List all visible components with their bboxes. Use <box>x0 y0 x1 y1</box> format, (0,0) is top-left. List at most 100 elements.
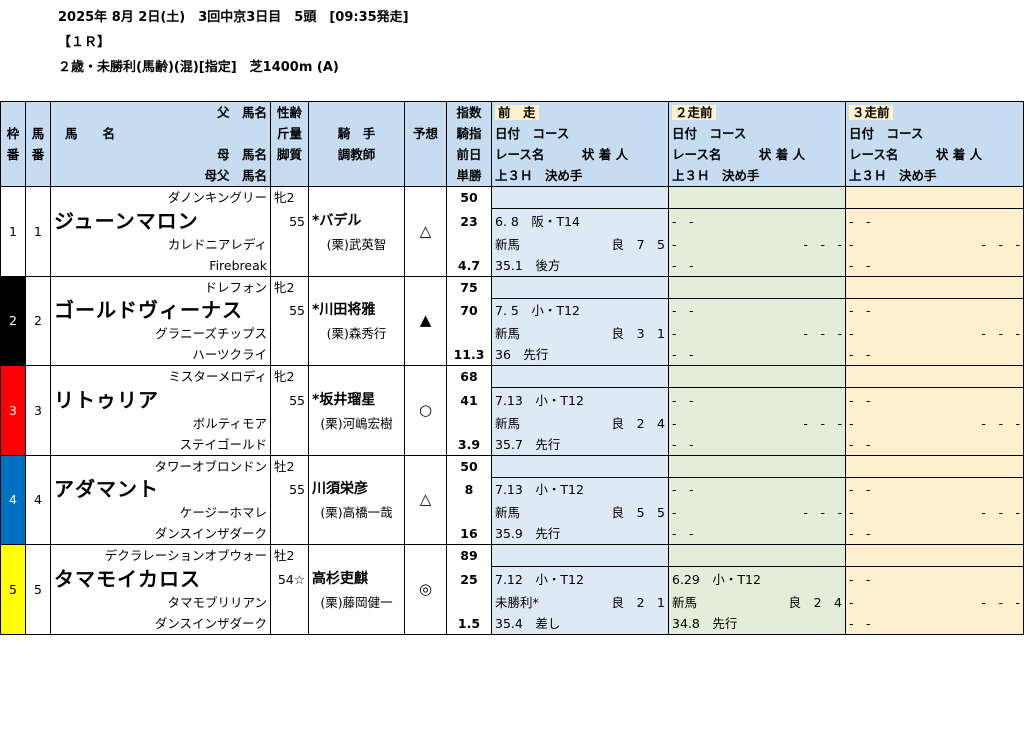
prediction-mark: ○ <box>404 365 447 456</box>
prev3-blank <box>845 544 1024 567</box>
p1-race-name: 新馬 <box>495 505 521 520</box>
prev1-blank <box>491 365 669 388</box>
p3-date: - <box>849 213 854 229</box>
p1-date-cell: 7. 5 小・T12 <box>491 297 669 323</box>
prev2-blank <box>668 275 846 298</box>
p1-finish-style: 先行 <box>535 436 561 452</box>
jockey-blank <box>308 186 405 209</box>
jockey-blank-2 <box>308 612 405 635</box>
header-row-1: 父 馬名 性齢 指数 前 走 ２走前 ３走前 <box>0 101 1024 123</box>
prev2-blank <box>668 365 846 388</box>
p2-course: 小・T12 <box>712 571 761 587</box>
p2-race-cell: -- - - <box>668 323 846 344</box>
horse-number: 3 <box>25 365 51 456</box>
p1-finish-style: 後方 <box>535 257 561 273</box>
p2-date: - <box>672 482 677 498</box>
prev1-date-header: 日付 コース <box>491 123 669 144</box>
p2-popularity: - <box>837 326 842 341</box>
p2-finish-style: 先行 <box>712 615 738 631</box>
p1-place: 2 <box>636 415 645 431</box>
frame-header-blank <box>0 101 26 123</box>
jockey-blank-2 <box>308 433 405 456</box>
jockey-blank-2 <box>308 254 405 277</box>
sire-name: ダノンキングリー <box>50 186 271 209</box>
jockey-name[interactable]: 高杉吏麒 <box>308 566 405 592</box>
p2-popularity: - <box>837 236 842 252</box>
horse-row: 5 5 デクラレーションオブウォー 牡2 ◎ 89 <box>0 544 1024 635</box>
yoso-header: 予想 <box>404 123 447 144</box>
prev1-blank <box>491 186 669 209</box>
p2-course: - <box>689 213 694 229</box>
p3-condition: - <box>981 236 986 252</box>
sexage-header-blank <box>270 165 309 187</box>
carried-weight: 55 <box>270 477 309 502</box>
p1-last3f: 36 <box>495 347 511 362</box>
trainer-header: 調教師 <box>308 144 405 165</box>
p2-race-name: 新馬 <box>672 594 698 610</box>
p2-popularity: - <box>837 415 842 431</box>
prev3-blank <box>845 365 1024 388</box>
prev1-title: 前 走 <box>495 105 539 120</box>
horse-name[interactable]: アダマント <box>50 477 271 502</box>
odds-header: 単勝 <box>446 165 492 187</box>
p2-course: - <box>689 303 694 319</box>
prev3-blank <box>845 454 1024 477</box>
p3-condition: - <box>981 415 986 431</box>
speed-index: 75 <box>446 275 492 298</box>
p2-popularity: 4 <box>834 594 842 610</box>
p3-date-cell: - - <box>845 297 1024 323</box>
prevday-blank <box>446 502 492 523</box>
p3-finish-style: - <box>866 526 871 541</box>
horse-row: ジューンマロン 55 *バデル 23 6. 8 阪・T14- -- - <box>1 208 1024 234</box>
prev1-blank <box>491 275 669 298</box>
p2-last3f: 34.8 <box>672 615 700 631</box>
p3-place: - <box>998 236 1003 252</box>
horse-name[interactable]: ジューンマロン <box>50 208 271 234</box>
prev3-last3f-header: 上３Ｈ 決め手 <box>845 165 1024 187</box>
p2-last3f-cell: - - <box>668 344 846 366</box>
p3-condition: - <box>981 326 986 341</box>
p1-condition: 良 <box>611 326 625 341</box>
p1-race-name: 新馬 <box>495 326 521 341</box>
style-blank <box>270 412 309 434</box>
p1-course: 阪・T14 <box>531 213 580 229</box>
horse-name[interactable]: ゴールドヴィーナス <box>50 298 271 323</box>
p1-last3f: 35.1 <box>495 257 523 273</box>
p1-last3f: 35.9 <box>495 526 523 541</box>
p1-date-cell: 7.13 小・T12 <box>491 387 669 413</box>
name-header: 馬 名 <box>50 123 271 144</box>
horse-number: 4 <box>25 454 51 545</box>
p2-last3f: - <box>672 526 677 541</box>
p2-date-cell: 6.29 小・T12 <box>668 566 846 592</box>
p1-last3f: 35.4 <box>495 615 523 631</box>
jockey-header-blank-2 <box>308 165 405 187</box>
p1-date-cell: 7.13 小・T12 <box>491 476 669 502</box>
horse-row: ボルティモア (栗)河嶋宏樹 新馬良 2 4-- - --- - - <box>1 412 1024 434</box>
p3-course: - <box>866 303 871 319</box>
horse-row: タマモブリリアン (栗)藤岡健一 未勝利* 良 2 1 新馬良 2 4-- - - <box>1 591 1024 613</box>
p2-place: - <box>820 505 825 520</box>
horse-name[interactable]: タマモイカロス <box>50 566 271 592</box>
trainer-name: (栗)藤岡健一 <box>308 591 405 613</box>
jockey-name[interactable]: *バデル <box>308 208 405 234</box>
jockey-blank <box>308 544 405 567</box>
horse-row: ステイゴールド 3.9 35.7 先行 - -- - <box>1 433 1024 456</box>
horse-name[interactable]: リトゥリア <box>50 387 271 413</box>
p2-date-cell: - - <box>668 387 846 413</box>
p1-date: 7.12 <box>495 571 523 587</box>
win-odds: 11.3 <box>446 344 492 366</box>
prev3-blank <box>845 186 1024 209</box>
jockey-name[interactable]: *川田将雅 <box>308 298 405 323</box>
jockey-name[interactable]: *坂井瑠星 <box>308 387 405 413</box>
jockey-name[interactable]: 川須栄彦 <box>308 477 405 502</box>
dam-name: グラニーズチップス <box>50 323 271 344</box>
weight-header: 斤量 <box>270 123 309 144</box>
p1-date: 7. 5 <box>495 303 519 319</box>
prev2-blank <box>668 544 846 567</box>
p1-race-name: 新馬 <box>495 236 521 252</box>
prevday-blank <box>446 323 492 344</box>
p3-place: - <box>998 594 1003 610</box>
style-blank <box>270 591 309 613</box>
p1-popularity: 1 <box>657 326 665 341</box>
jockey-index-header: 騎指 <box>446 123 492 144</box>
